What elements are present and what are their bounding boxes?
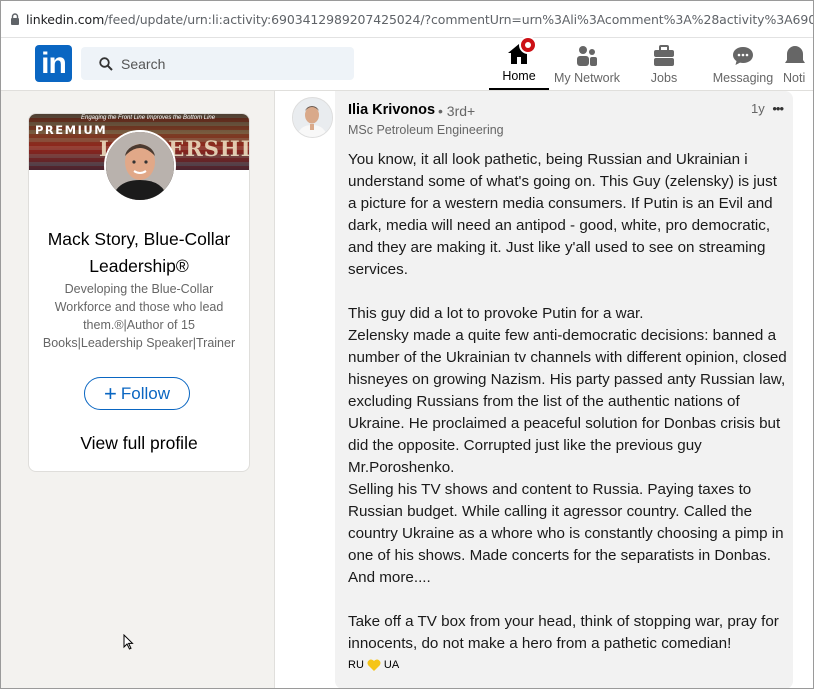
commenter-avatar[interactable] — [292, 97, 333, 138]
comment-author[interactable]: Ilia Krivonos — [348, 102, 435, 118]
nav-notifications[interactable]: Noti — [783, 38, 813, 90]
comment-bubble: Ilia Krivonos • 3rd+ 1y ••• MSc Petroleu… — [335, 91, 793, 688]
profile-headline: Developing the Blue-Collar Workforce and… — [42, 282, 236, 350]
comment-signature: RU UA — [348, 659, 399, 671]
search-input[interactable]: Search — [81, 47, 354, 80]
comment-author-headline: MSc Petroleum Engineering — [348, 123, 504, 137]
mouse-cursor-icon — [123, 633, 134, 655]
briefcase-icon — [652, 44, 676, 68]
comment-area: Ilia Krivonos • 3rd+ 1y ••• MSc Petroleu… — [275, 91, 813, 688]
nav-jobs[interactable]: Jobs — [639, 38, 689, 90]
profile-name[interactable]: Mack Story, Blue-Collar Leadership® — [29, 226, 249, 280]
url-host: linkedin.com — [26, 11, 105, 27]
nav-messaging[interactable]: Messaging — [708, 38, 778, 90]
nav-my-network[interactable]: My Network — [550, 38, 624, 90]
home-icon — [507, 36, 537, 66]
lock-icon — [10, 13, 20, 25]
comment-text: You know, it all look pathetic, being Ru… — [348, 151, 787, 652]
signature-ru: RU — [348, 659, 364, 671]
connection-degree: • 3rd+ — [438, 103, 476, 119]
search-placeholder: Search — [121, 55, 166, 72]
notification-badge — [519, 36, 537, 54]
bell-icon — [783, 44, 807, 68]
url-text[interactable]: linkedin.com/feed/update/urn:li:activity… — [26, 11, 813, 27]
search-icon — [99, 56, 113, 71]
view-full-profile-link[interactable]: View full profile — [29, 433, 249, 454]
profile-avatar[interactable] — [104, 130, 176, 202]
banner-tagline: Engaging the Front Line Improves the Bot… — [81, 115, 216, 121]
network-icon — [575, 44, 599, 68]
nav-home[interactable]: Home — [489, 36, 549, 90]
follow-button[interactable]: + Follow — [84, 377, 190, 410]
nav-label-messaging: Messaging — [712, 71, 774, 85]
profile-card: Engaging the Front Line Improves the Bot… — [28, 113, 250, 472]
signature-ua: UA — [383, 659, 400, 671]
follow-label: Follow — [120, 383, 170, 403]
plus-icon: + — [104, 380, 117, 406]
nav-label-my-network: My Network — [554, 71, 620, 85]
message-icon — [731, 44, 755, 68]
comment-time: 1y — [750, 101, 765, 116]
comment-meta: 1y ••• — [750, 101, 784, 116]
nav-label-home: Home — [502, 69, 536, 83]
nav-label-notifications: Noti — [783, 71, 806, 85]
url-path: /feed/update/urn:li:activity:69034129892… — [104, 11, 813, 27]
address-bar[interactable]: linkedin.com/feed/update/urn:li:activity… — [1, 1, 813, 38]
browser-window: linkedin.com/feed/update/urn:li:activity… — [0, 0, 814, 689]
left-sidebar: Engaging the Front Line Improves the Bot… — [1, 91, 275, 688]
premium-label: PREMIUM — [35, 123, 108, 137]
yellow-heart-icon — [367, 659, 381, 671]
nav-label-jobs: Jobs — [650, 71, 678, 85]
linkedin-logo[interactable]: in — [35, 45, 72, 82]
linkedin-header: in Search Home My Network Jobs Messaging… — [1, 36, 813, 91]
more-options-icon[interactable]: ••• — [772, 101, 784, 116]
